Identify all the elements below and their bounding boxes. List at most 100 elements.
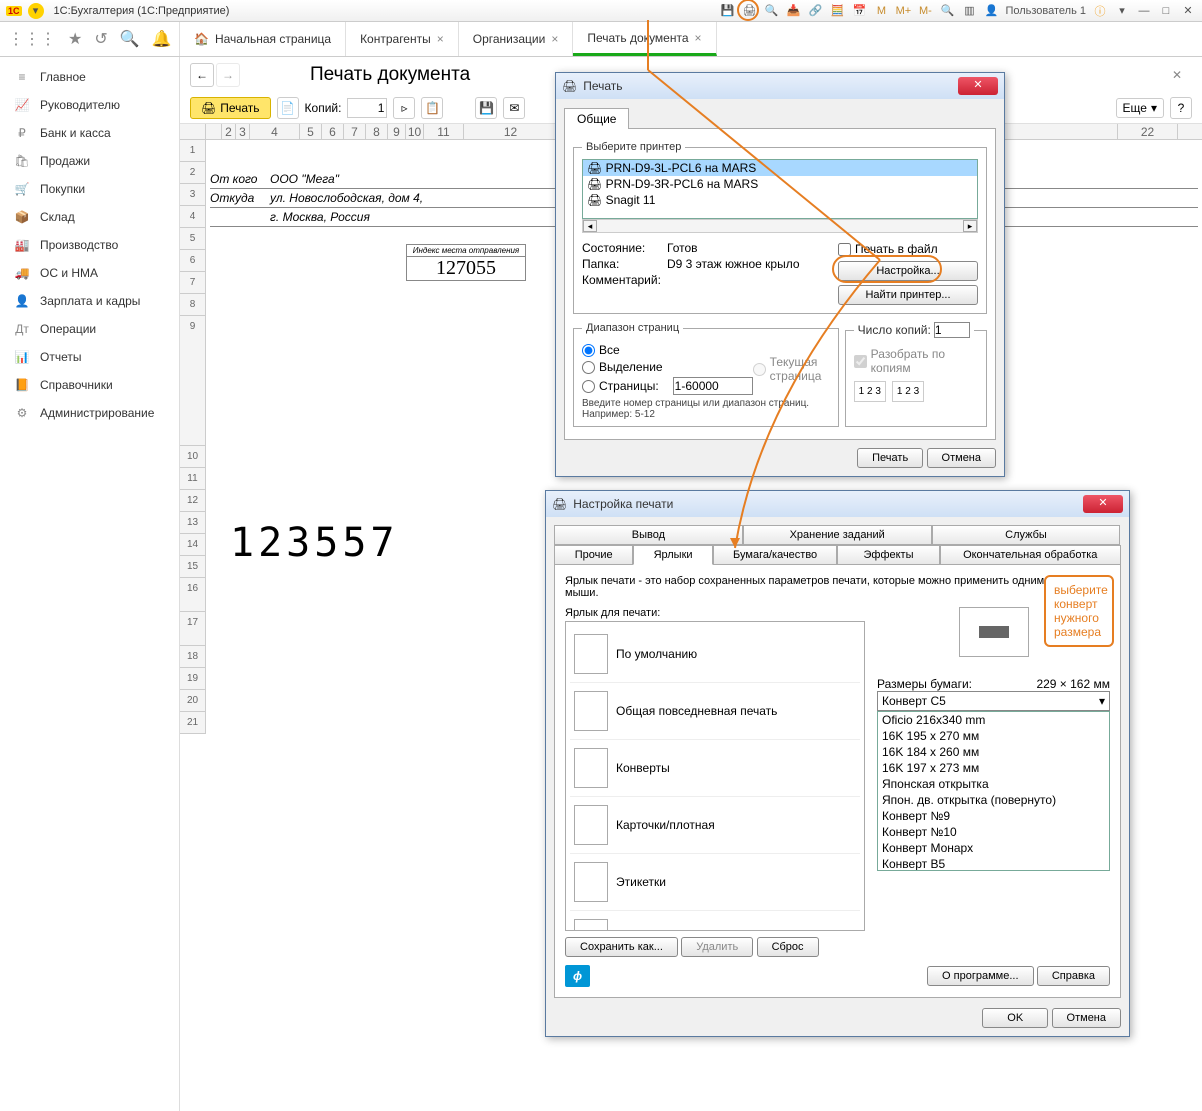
sidebar-item[interactable]: 🚚ОС и НМА bbox=[0, 259, 179, 287]
sidebar-item[interactable]: 📈Руководителю bbox=[0, 91, 179, 119]
tab-orgs[interactable]: Организации× bbox=[459, 22, 574, 56]
m-icon[interactable]: M bbox=[873, 3, 889, 19]
dropdown-icon[interactable]: ▾ bbox=[28, 3, 44, 19]
maximize-icon[interactable]: □ bbox=[1158, 3, 1174, 19]
star-icon[interactable]: ★ bbox=[68, 29, 82, 49]
help-button[interactable]: Справка bbox=[1037, 966, 1110, 986]
reset-button[interactable]: Сброс bbox=[757, 937, 819, 957]
mplus-icon[interactable]: M+ bbox=[895, 3, 911, 19]
tab-shortcuts[interactable]: Ярлыки bbox=[633, 545, 712, 565]
windows-icon[interactable]: ▥ bbox=[961, 3, 977, 19]
help-button[interactable]: ? bbox=[1170, 97, 1192, 119]
shortcut-item[interactable]: Этикетки bbox=[570, 854, 860, 911]
shortcut-item[interactable]: Конверты bbox=[570, 740, 860, 797]
range-pages-radio[interactable] bbox=[582, 380, 595, 393]
mminus-icon[interactable]: M- bbox=[917, 3, 933, 19]
paper-option[interactable]: Конверт №9 bbox=[878, 808, 1109, 824]
shortcut-item[interactable]: Прозрачная пленка bbox=[570, 911, 860, 931]
shortcut-list[interactable]: По умолчаниюОбщая повседневная печатьКон… bbox=[565, 621, 865, 931]
close-tab-icon[interactable]: × bbox=[695, 31, 702, 45]
zoom-icon[interactable]: 🔍 bbox=[939, 3, 955, 19]
save-as-button[interactable]: Сохранить как... bbox=[565, 937, 678, 957]
paper-option[interactable]: Японская открытка bbox=[878, 776, 1109, 792]
tab-contractors[interactable]: Контрагенты× bbox=[346, 22, 459, 56]
print-to-file-checkbox[interactable] bbox=[838, 243, 851, 256]
info-icon[interactable]: ⓘ bbox=[1092, 3, 1108, 19]
history-icon[interactable]: ↺ bbox=[94, 29, 107, 49]
sidebar-item[interactable]: 🛍Продажи bbox=[0, 147, 179, 175]
paper-option[interactable]: Япон. дв. открытка (повернуто) bbox=[878, 792, 1109, 808]
tab-output[interactable]: Вывод bbox=[554, 525, 743, 545]
settings-button[interactable]: Настройка... bbox=[838, 261, 978, 281]
close-tab-icon[interactable]: × bbox=[437, 32, 444, 46]
tab-effects[interactable]: Эффекты bbox=[837, 545, 939, 565]
paper-option[interactable]: Конверт B5 bbox=[878, 856, 1109, 871]
sum-button[interactable]: 📋 bbox=[421, 97, 443, 119]
cancel-button[interactable]: Отмена bbox=[1052, 1008, 1121, 1028]
print-button[interactable]: 🖨Печать bbox=[190, 97, 271, 119]
close-page-icon[interactable]: ✕ bbox=[1172, 68, 1182, 82]
apps-icon[interactable]: ⋮⋮⋮ bbox=[8, 29, 56, 49]
num-copies-input[interactable] bbox=[934, 322, 970, 338]
find-printer-button[interactable]: Найти принтер... bbox=[838, 285, 978, 305]
shortcut-item[interactable]: Карточки/плотная bbox=[570, 797, 860, 854]
sidebar-item[interactable]: 👤Зарплата и кадры bbox=[0, 287, 179, 315]
paper-option[interactable]: 16K 197 x 273 мм bbox=[878, 760, 1109, 776]
tab-other[interactable]: Прочие bbox=[554, 545, 633, 565]
shortcut-item[interactable]: Общая повседневная печать bbox=[570, 683, 860, 740]
paper-option[interactable]: Конверт Монарх bbox=[878, 840, 1109, 856]
tab-home[interactable]: 🏠Начальная страница bbox=[180, 22, 346, 56]
calendar-icon[interactable]: 📅 bbox=[851, 3, 867, 19]
pages-input[interactable] bbox=[673, 377, 753, 395]
sidebar-item[interactable]: 📊Отчеты bbox=[0, 343, 179, 371]
close-dialog-button[interactable]: ✕ bbox=[1083, 495, 1123, 513]
print-icon[interactable]: 🖨 bbox=[741, 3, 757, 19]
range-all-radio[interactable] bbox=[582, 344, 595, 357]
preview-button[interactable]: 📄 bbox=[277, 97, 299, 119]
save-icon[interactable]: 💾 bbox=[719, 3, 735, 19]
minimize-icon[interactable]: — bbox=[1136, 3, 1152, 19]
tab-services[interactable]: Службы bbox=[932, 525, 1121, 545]
tab-printdoc[interactable]: Печать документа× bbox=[573, 22, 716, 56]
ok-button[interactable]: OK bbox=[982, 1008, 1048, 1028]
about-button[interactable]: О программе... bbox=[927, 966, 1033, 986]
printer-list[interactable]: 🖨 PRN-D9-3L-PCL6 на MARS🖨 PRN-D9-3R-PCL6… bbox=[582, 159, 978, 219]
paper-size-combo[interactable]: Конверт C5▾ bbox=[877, 691, 1110, 711]
sidebar-item[interactable]: 🏭Производство bbox=[0, 231, 179, 259]
close-tab-icon[interactable]: × bbox=[551, 32, 558, 46]
mail-button[interactable]: ✉ bbox=[503, 97, 525, 119]
tab-storage[interactable]: Хранение заданий bbox=[743, 525, 932, 545]
calc-icon[interactable]: 🧮 bbox=[829, 3, 845, 19]
back-button[interactable]: ← bbox=[190, 63, 214, 87]
sidebar-item[interactable]: 🛒Покупки bbox=[0, 175, 179, 203]
paper-option[interactable]: 16K 195 x 270 мм bbox=[878, 728, 1109, 744]
dialog-print-button[interactable]: Печать bbox=[857, 448, 923, 468]
setup-dialog-titlebar[interactable]: 🖨 Настройка печати ✕ bbox=[546, 491, 1129, 517]
dialog-cancel-button[interactable]: Отмена bbox=[927, 448, 996, 468]
scrollbar[interactable]: ◂▸ bbox=[582, 219, 978, 233]
tab-paper[interactable]: Бумага/качество bbox=[713, 545, 838, 565]
bell-icon[interactable]: 🔔 bbox=[152, 29, 172, 49]
tab-common[interactable]: Общие bbox=[564, 108, 629, 129]
save-button[interactable]: 💾 bbox=[475, 97, 497, 119]
sidebar-item[interactable]: ≡Главное bbox=[0, 63, 179, 91]
dropdown2-icon[interactable]: ▾ bbox=[1114, 3, 1130, 19]
sidebar-item[interactable]: ₽Банк и касса bbox=[0, 119, 179, 147]
delete-button[interactable]: Удалить bbox=[681, 937, 753, 957]
sidebar-item[interactable]: 📙Справочники bbox=[0, 371, 179, 399]
sidebar-item[interactable]: ДтОперации bbox=[0, 315, 179, 343]
paper-option[interactable]: Конверт №10 bbox=[878, 824, 1109, 840]
tool2-icon[interactable]: 🔗 bbox=[807, 3, 823, 19]
close-dialog-button[interactable]: ✕ bbox=[958, 77, 998, 95]
paper-option[interactable]: 16K 184 x 260 мм bbox=[878, 744, 1109, 760]
tool-icon[interactable]: 📥 bbox=[785, 3, 801, 19]
paper-size-list[interactable]: Oficio 216x340 mm16K 195 x 270 мм16K 184… bbox=[877, 711, 1110, 871]
range-sel-radio[interactable] bbox=[582, 361, 595, 374]
paper-option[interactable]: Oficio 216x340 mm bbox=[878, 712, 1109, 728]
sidebar-item[interactable]: 📦Склад bbox=[0, 203, 179, 231]
printer-item[interactable]: 🖨 Snagit 11 bbox=[583, 192, 977, 208]
preview-icon[interactable]: 🔍 bbox=[763, 3, 779, 19]
sidebar-item[interactable]: ⚙Администрирование bbox=[0, 399, 179, 427]
search-icon[interactable]: 🔍 bbox=[120, 29, 140, 49]
stepper-button[interactable]: ▹ bbox=[393, 97, 415, 119]
